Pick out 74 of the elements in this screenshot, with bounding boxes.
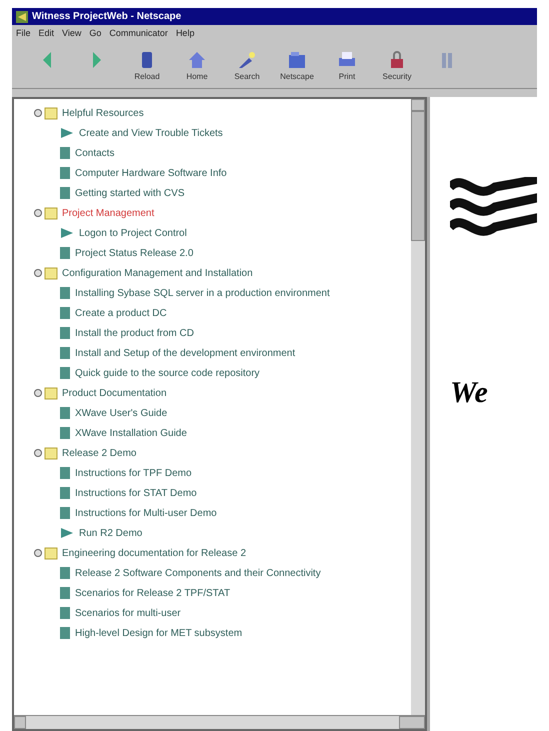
toolbar-button[interactable]: Home	[174, 46, 220, 88]
folder-label[interactable]: Configuration Management and Installation	[62, 266, 253, 280]
document-icon	[60, 147, 70, 159]
arrow-icon	[60, 127, 74, 139]
tree-link[interactable]: XWave Installation Guide	[75, 426, 187, 440]
tree-link[interactable]: Installing Sybase SQL server in a production environment	[75, 286, 330, 300]
toolbar-button[interactable]: Netscape	[274, 46, 320, 88]
document-icon	[60, 187, 70, 199]
menu-item[interactable]: Edit	[38, 27, 54, 41]
document-icon	[60, 307, 70, 319]
document-icon	[60, 627, 70, 639]
tree-link[interactable]: Instructions for STAT Demo	[75, 486, 197, 500]
right-arrow-icon	[93, 52, 101, 68]
toolbar-button[interactable]: Print	[324, 46, 370, 88]
menu-item[interactable]: Communicator	[109, 27, 168, 41]
tree-link[interactable]: Install the product from CD	[75, 326, 194, 340]
document-icon	[60, 427, 70, 439]
tree-link[interactable]: Run R2 Demo	[79, 526, 142, 540]
arrow-icon	[60, 527, 74, 539]
document-icon	[60, 487, 70, 499]
document-icon	[60, 567, 70, 579]
arrow-icon	[60, 227, 74, 239]
document-icon	[60, 327, 70, 339]
folder-label[interactable]: Engineering documentation for Release 2	[62, 546, 246, 560]
document-icon	[60, 347, 70, 359]
tree-link[interactable]: Getting started with CVS	[75, 186, 184, 200]
tree-link[interactable]: Contacts	[75, 146, 114, 160]
document-icon	[60, 607, 70, 619]
folder-icon	[34, 266, 58, 280]
vertical-scrollbar[interactable]	[411, 99, 425, 715]
folder-icon	[34, 546, 58, 560]
folder-icon	[34, 206, 58, 220]
tree-link[interactable]: Quick guide to the source code repository	[75, 366, 260, 380]
folder-icon	[286, 49, 308, 71]
tree-link[interactable]: Scenarios for Release 2 TPF/STAT	[75, 586, 230, 600]
toolbar-button[interactable]: Reload	[124, 46, 170, 88]
tree-link[interactable]: Computer Hardware Software Info	[75, 166, 227, 180]
tree-link[interactable]: Project Status Release 2.0	[75, 246, 194, 260]
folder-icon	[34, 386, 58, 400]
welcome-heading: We	[450, 375, 489, 411]
menu-item[interactable]: File	[16, 27, 31, 41]
document-icon	[60, 587, 70, 599]
menu-item[interactable]: Help	[176, 27, 194, 41]
tree-link[interactable]: Release 2 Software Components and their Connectivity	[75, 566, 321, 580]
folder-icon	[34, 446, 58, 460]
document-icon	[60, 247, 70, 259]
tree-link[interactable]: Create a product DC	[75, 306, 167, 320]
document-icon	[60, 467, 70, 479]
folder-label[interactable]: Helpful Resources	[62, 106, 144, 120]
document-icon	[60, 407, 70, 419]
document-icon	[60, 367, 70, 379]
folder-label[interactable]: Release 2 Demo	[62, 446, 136, 460]
window-title: Witness ProjectWeb - Netscape	[32, 10, 182, 24]
folder-label[interactable]: Project Management	[62, 206, 154, 220]
tree-link[interactable]: Logon to Project Control	[79, 226, 187, 240]
menu-item[interactable]: View	[62, 27, 82, 41]
folder-icon	[34, 106, 58, 120]
document-icon	[60, 167, 70, 179]
menu-item[interactable]: Go	[89, 27, 102, 41]
folder-label[interactable]: Product Documentation	[62, 386, 167, 400]
horizontal-scrollbar[interactable]	[14, 715, 425, 729]
tree-link[interactable]: High-level Design for MET subsystem	[75, 626, 242, 640]
toolbar-button[interactable]: Security	[374, 46, 420, 88]
toolbar-button[interactable]: Search	[224, 46, 270, 88]
tree-link[interactable]: Instructions for TPF Demo	[75, 466, 192, 480]
left-arrow-icon	[43, 52, 51, 68]
app-icon	[16, 10, 28, 22]
document-icon	[60, 507, 70, 519]
tree-link[interactable]: Scenarios for multi-user	[75, 606, 181, 620]
tree-link[interactable]: Install and Setup of the development environment	[75, 346, 296, 360]
tree-link[interactable]: Instructions for Multi-user Demo	[75, 506, 217, 520]
tree-link[interactable]: Create and View Trouble Tickets	[79, 126, 223, 140]
document-icon	[60, 287, 70, 299]
tree-link[interactable]: XWave User's Guide	[75, 406, 168, 420]
